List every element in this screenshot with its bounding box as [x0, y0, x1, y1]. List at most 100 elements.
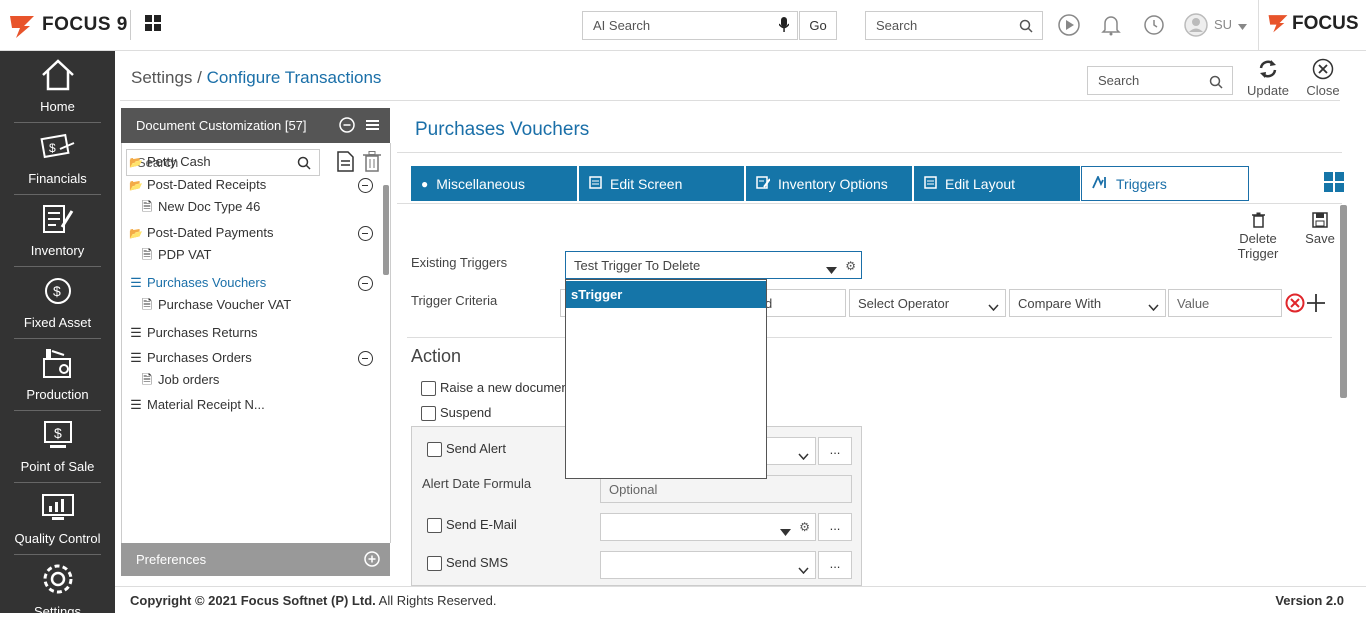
tree-item-child[interactable]: 🗎 Job orders: [140, 370, 220, 390]
document-icon: 🗎: [141, 199, 153, 214]
send-alert-checkbox[interactable]: Send Alert: [427, 441, 506, 458]
nav-point-of-sale[interactable]: $ Point of Sale: [14, 411, 101, 483]
expand-icon[interactable]: [364, 551, 380, 570]
main-scrollbar[interactable]: [1340, 205, 1347, 398]
header-divider: [120, 100, 1340, 101]
tree-item[interactable]: 📂 Post-Dated Payments: [129, 223, 273, 243]
value-input[interactable]: Value: [1168, 289, 1282, 317]
play-icon[interactable]: [1058, 14, 1080, 39]
version: Version 2.0: [1275, 593, 1344, 608]
divider: [130, 10, 131, 40]
collapse-icon[interactable]: [358, 351, 373, 366]
send-email-select[interactable]: ⚙: [600, 513, 816, 541]
search-icon[interactable]: [1019, 19, 1033, 36]
send-sms-checkbox[interactable]: Send SMS: [427, 555, 508, 572]
dot-icon: ●: [421, 176, 429, 191]
tab-miscellaneous[interactable]: ● Miscellaneous: [411, 166, 577, 201]
apps-grid-icon[interactable]: [145, 15, 161, 34]
existing-triggers-select[interactable]: Test Trigger To Delete ⚙: [565, 251, 862, 279]
existing-triggers-dropdown: sTrigger: [565, 279, 767, 479]
folder-icon: 📂: [129, 180, 143, 192]
send-sms-select[interactable]: [600, 551, 816, 579]
checkbox[interactable]: [427, 442, 442, 458]
save-button[interactable]: Save: [1305, 212, 1335, 246]
collapse-all-icon[interactable]: [339, 117, 355, 136]
send-sms-more-button[interactable]: ...: [818, 551, 852, 579]
send-email-more-button[interactable]: ...: [818, 513, 852, 541]
go-button[interactable]: Go: [799, 11, 837, 40]
tree-item[interactable]: 📂 Post-Dated Receipts: [129, 175, 266, 195]
dropdown-option[interactable]: sTrigger: [566, 281, 766, 308]
chevron-down-icon[interactable]: [1238, 18, 1247, 33]
collapse-icon[interactable]: [358, 226, 373, 241]
brand-logo: FOCUS: [1258, 0, 1366, 50]
checkbox[interactable]: [427, 556, 442, 572]
production-icon: [43, 349, 71, 378]
checkbox[interactable]: [421, 406, 436, 422]
ai-search-input[interactable]: AI Search: [582, 11, 798, 40]
remove-criteria-icon[interactable]: [1285, 293, 1305, 316]
close-button[interactable]: Close: [1304, 58, 1342, 98]
collapse-icon[interactable]: [358, 276, 373, 291]
gear-icon[interactable]: ⚙: [799, 520, 810, 534]
header-search-input[interactable]: Search: [1087, 66, 1233, 95]
raise-new-document-checkbox[interactable]: Raise a new document: [421, 380, 572, 397]
operator-select[interactable]: Select Operator: [849, 289, 1006, 317]
collapse-icon[interactable]: [358, 178, 373, 193]
checkbox[interactable]: [427, 518, 442, 534]
tree-item[interactable]: ☰ Purchases Vouchers: [129, 273, 266, 293]
preferences-bar[interactable]: Preferences: [121, 543, 390, 576]
focus9-logo-icon: [8, 12, 36, 43]
document-icon: 🗎: [141, 297, 153, 312]
user-initials[interactable]: SU: [1214, 17, 1232, 32]
nav-home[interactable]: Home: [14, 51, 101, 123]
tab-triggers[interactable]: Triggers: [1081, 166, 1249, 201]
layout-grid-icon[interactable]: [1324, 172, 1344, 195]
avatar[interactable]: [1184, 13, 1208, 40]
tree-item-child[interactable]: 🗎 Purchase Voucher VAT: [140, 295, 291, 315]
breadcrumb: Settings / Configure Transactions: [131, 68, 382, 87]
bell-icon[interactable]: [1101, 14, 1121, 39]
checkbox[interactable]: [421, 381, 436, 397]
update-button[interactable]: Update: [1246, 58, 1290, 98]
send-email-checkbox[interactable]: Send E-Mail: [427, 517, 517, 534]
tree-item[interactable]: ☰ Purchases Orders: [129, 348, 252, 368]
suspend-checkbox[interactable]: Suspend: [421, 405, 491, 422]
search-icon[interactable]: [1209, 75, 1223, 92]
folder-icon: 📂: [129, 157, 143, 169]
nav-production[interactable]: Production: [14, 339, 101, 411]
breadcrumb-root[interactable]: Settings: [131, 68, 192, 87]
tree-item-child[interactable]: 🗎 PDP VAT: [140, 245, 212, 265]
tree-item-child[interactable]: 🗎 New Doc Type 46: [140, 197, 261, 217]
microphone-icon[interactable]: [778, 17, 790, 36]
tab-edit-layout[interactable]: Edit Layout: [914, 166, 1080, 201]
delete-trigger-button[interactable]: Delete Trigger: [1218, 212, 1298, 261]
nav-fixed-asset[interactable]: $ Fixed Asset: [14, 267, 101, 339]
compare-with-select[interactable]: Compare With: [1009, 289, 1166, 317]
caret-down-icon[interactable]: [826, 262, 837, 277]
gear-icon[interactable]: ⚙: [845, 259, 856, 273]
alert-date-formula-input[interactable]: Optional: [600, 475, 852, 503]
inventory-options-icon: [756, 175, 771, 192]
tree-item[interactable]: ☰ Purchases Returns: [129, 323, 257, 343]
home-icon: [42, 59, 74, 91]
nav-financials[interactable]: $ Financials: [14, 123, 101, 195]
tree-item[interactable]: ☰ Material Receipt N...: [129, 395, 265, 415]
tab-edit-screen[interactable]: Edit Screen: [579, 166, 744, 201]
nav-settings[interactable]: Settings: [14, 555, 101, 627]
history-icon[interactable]: [1143, 14, 1165, 39]
add-criteria-icon[interactable]: [1306, 293, 1326, 316]
send-alert-more-button[interactable]: ...: [818, 437, 852, 465]
nav-inventory[interactable]: Inventory: [14, 195, 101, 267]
caret-down-icon[interactable]: [780, 524, 791, 539]
menu-icon[interactable]: [366, 119, 379, 134]
tree-item-child[interactable]: 🗎Payments VAT: [140, 143, 243, 146]
footer: Copyright © 2021 Focus Softnet (P) Ltd. …: [115, 586, 1366, 613]
left-nav: Home $ Financials Inventory $ Fixed Asse…: [0, 51, 115, 619]
tree-item[interactable]: 📂 Petty Cash: [129, 152, 210, 172]
nav-quality-control[interactable]: Quality Control: [14, 483, 101, 555]
global-search-input[interactable]: Search: [865, 11, 1043, 40]
tree-scrollbar[interactable]: [383, 185, 389, 275]
fixed-asset-icon: $: [45, 278, 71, 304]
tab-inventory-options[interactable]: Inventory Options: [746, 166, 912, 201]
